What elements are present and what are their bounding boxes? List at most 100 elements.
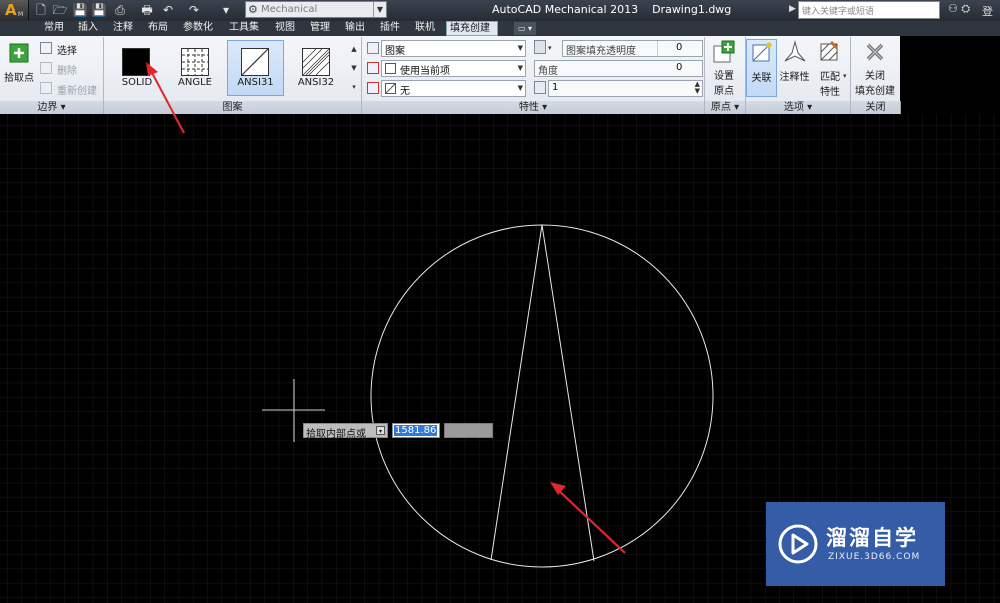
associative-label: 关联 [751, 73, 772, 84]
watermark-url: ZIXUE.3D66.COM [828, 552, 921, 562]
tab-output[interactable]: 输出 [345, 21, 365, 36]
chevron-down-icon: ▾ [548, 44, 552, 52]
dynamic-input-value: 1581.86 [394, 425, 438, 436]
annotative-label: 注释性 [779, 72, 810, 83]
pattern-ansi32[interactable]: ANSI32 [288, 40, 344, 96]
close-panel-label: 关闭 [851, 101, 901, 114]
hatch-color-icon [367, 62, 379, 74]
tab-hatch-creation[interactable]: 填充创建 [446, 21, 498, 36]
origin-panel-label[interactable]: 原点 ▾ [705, 101, 746, 114]
binoculars-icon[interactable]: ⚇ ⛭ [948, 2, 970, 16]
transparency-type-icon[interactable] [534, 40, 546, 54]
watermark-title: 溜溜自学 [826, 526, 918, 550]
open-folder-icon[interactable]: 🗁 [52, 2, 68, 18]
undo-icon[interactable]: ↶ [160, 2, 176, 18]
set-origin-icon [713, 40, 735, 63]
chevron-down-icon: ▼ [517, 44, 523, 52]
match-properties-label-1: 匹配 [820, 72, 840, 83]
select-boundary-button[interactable]: 选择 [57, 42, 77, 57]
pick-points-button[interactable]: 拾取点 [3, 42, 35, 84]
angle-value: 0 [676, 62, 683, 73]
chevron-down-icon: ▼ [373, 2, 386, 17]
workspace-select[interactable]: ⚙ Mechanical ▼ [245, 1, 387, 18]
search-placeholder: 键入关键字或短语 [802, 7, 875, 17]
options-panel-label[interactable]: 选项 ▾ [746, 101, 851, 114]
match-properties-button[interactable]: 匹配 特性 [813, 39, 847, 98]
close-icon [866, 43, 884, 61]
search-input[interactable]: 键入关键字或短语 [798, 1, 940, 19]
annotative-toggle[interactable]: 注释性 [778, 39, 811, 83]
application-menu-button[interactable]: A M [0, 0, 29, 21]
save-icon[interactable]: 💾 [72, 2, 88, 18]
no-color-icon [385, 83, 396, 94]
tab-plugins[interactable]: 插件 [380, 21, 400, 36]
scale-icon [534, 81, 546, 94]
ribbon-minimize-icon[interactable]: ▭ ▾ [514, 22, 536, 35]
chevron-down-icon: ▼ [517, 84, 523, 92]
app-logo-letter: A [5, 1, 17, 19]
hatch-type-select[interactable]: 图案 ▼ [381, 40, 526, 57]
plot-preview-icon[interactable]: ⎙ [112, 2, 128, 18]
hatch-color-value: 使用当前项 [400, 66, 450, 77]
tab-insert[interactable]: 插入 [78, 21, 98, 36]
tab-view[interactable]: 视图 [275, 21, 295, 36]
set-origin-button[interactable]: 设置 原点 [708, 40, 740, 97]
tab-toolset[interactable]: 工具集 [229, 21, 259, 36]
angle-label: 角度 [538, 66, 558, 77]
background-color-value: 无 [400, 86, 410, 97]
tab-parametric[interactable]: 参数化 [183, 21, 213, 36]
pattern-scroll-arrows[interactable]: ▲ ▼ ▾ [348, 40, 360, 100]
spinner-icon[interactable]: ▲ ▼ [695, 81, 700, 95]
save-as-icon[interactable]: 💾 [91, 2, 107, 18]
recreate-boundary-icon [40, 82, 52, 94]
annotation-arrow [146, 62, 185, 134]
pattern-ansi31-label: ANSI31 [237, 77, 274, 88]
transparency-value: 0 [676, 42, 683, 53]
tab-annotate[interactable]: 注释 [113, 21, 133, 36]
associative-toggle[interactable]: 关联 [746, 39, 777, 97]
redo-icon[interactable]: ↷ [186, 2, 202, 18]
close-hatch-creation-button[interactable]: 关闭 填充创建 [852, 40, 898, 97]
match-properties-icon [820, 41, 838, 61]
app-logo-sub: M [18, 11, 24, 18]
dynamic-input-field-2[interactable] [444, 423, 493, 438]
tab-online[interactable]: 联机 [415, 21, 435, 36]
transparency-label: 图案填充透明度 [566, 46, 636, 57]
new-file-icon[interactable]: 🗋 [33, 2, 49, 18]
close-label-2: 填充创建 [855, 86, 895, 97]
plot-icon[interactable]: 🖶 [139, 2, 155, 18]
dynamic-input-field[interactable]: 1581.86 [392, 423, 440, 438]
background-color-select[interactable]: 无 ▼ [381, 80, 526, 97]
recreate-boundary-button[interactable]: 重新创建 [57, 82, 97, 97]
transparency-field[interactable]: 图案填充透明度 0 [562, 40, 703, 57]
hatch-type-icon [367, 42, 379, 54]
ribbon-empty-area [900, 36, 1000, 114]
quick-access-menu-icon[interactable]: ▾ [218, 2, 234, 18]
pick-points-label: 拾取点 [4, 73, 34, 84]
gear-icon: ⚙ [248, 3, 258, 16]
tab-layout[interactable]: 布局 [148, 21, 168, 36]
dynamic-input-prompt: 拾取内部点或 ▾ [303, 423, 388, 440]
associative-icon [752, 42, 771, 62]
tab-manage[interactable]: 管理 [310, 21, 330, 36]
remove-boundary-button[interactable]: 删除 [57, 62, 77, 77]
properties-panel-label[interactable]: 特性 ▾ [362, 101, 705, 114]
scale-value: 1 [552, 82, 559, 93]
set-origin-label-2: 原点 [714, 86, 734, 97]
color-swatch-icon [385, 63, 396, 74]
chevron-down-icon[interactable]: ▾ [843, 72, 847, 80]
set-origin-label-1: 设置 [714, 71, 734, 82]
tab-home[interactable]: 常用 [44, 21, 64, 36]
login-link[interactable]: 登 [982, 3, 993, 19]
window-title: AutoCAD Mechanical 2013 Drawing1.dwg [492, 3, 732, 16]
search-expand-icon[interactable]: ▶ [789, 4, 796, 14]
hatch-color-select[interactable]: 使用当前项 ▼ [381, 60, 526, 77]
prompt-options-icon[interactable]: ▾ [376, 426, 385, 435]
chevron-down-icon: ▼ [517, 64, 523, 72]
scale-field[interactable]: 1 ▲ ▼ [548, 80, 703, 97]
prompt-text: 拾取内部点或 [306, 429, 366, 440]
select-boundary-icon [40, 42, 52, 54]
angle-field[interactable]: 角度 0 [534, 60, 703, 77]
boundary-panel-label[interactable]: 边界 ▾ [0, 101, 104, 114]
pattern-ansi31[interactable]: ANSI31 [227, 40, 284, 96]
